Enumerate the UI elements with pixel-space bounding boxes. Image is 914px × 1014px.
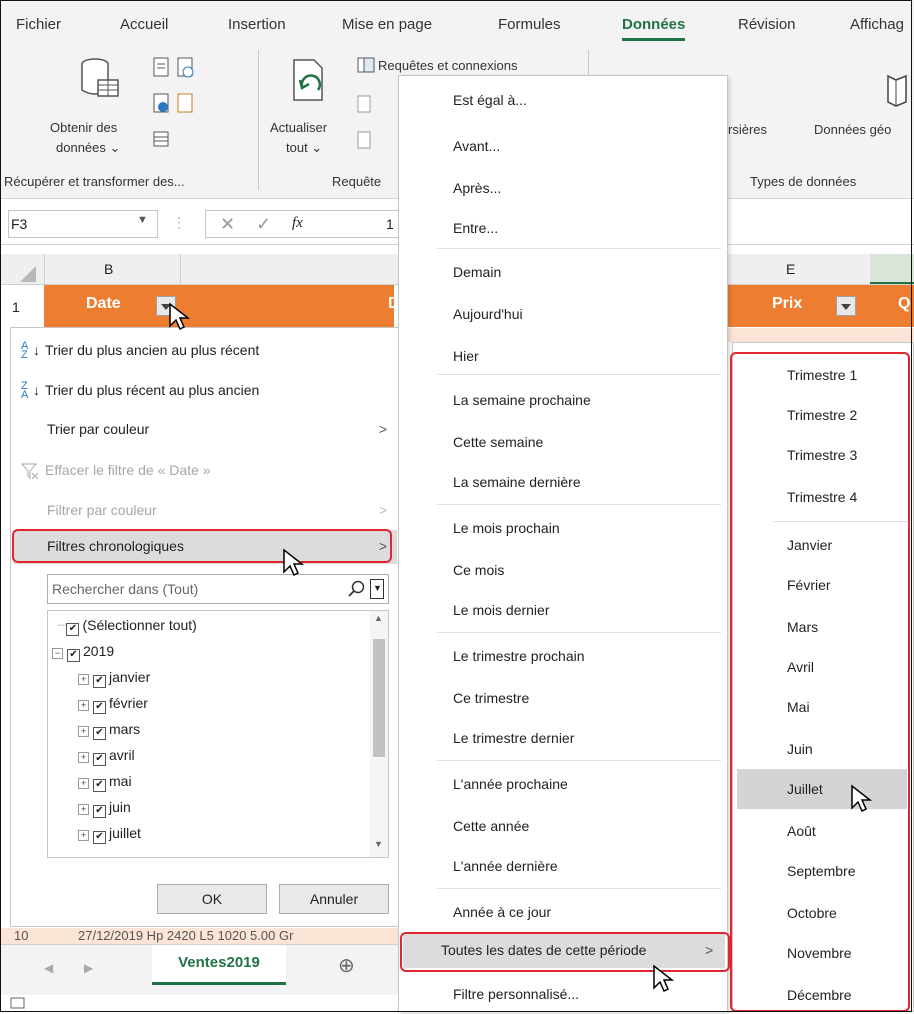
screenshot-border — [0, 0, 912, 1012]
